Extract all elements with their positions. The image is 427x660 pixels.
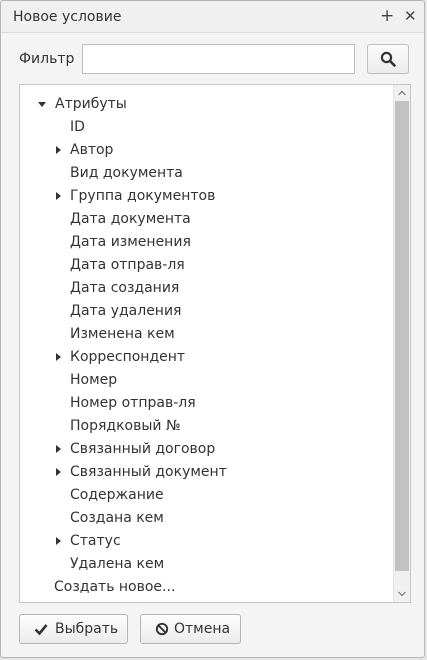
tree-item-label: Номер отправ-ля [70, 395, 196, 411]
close-icon[interactable]: ✕ [404, 7, 417, 25]
caret-right-icon[interactable] [54, 346, 64, 369]
tree-root-label: Атрибуты [55, 96, 127, 112]
scroll-thumb[interactable] [395, 101, 409, 571]
new-condition-dialog: Новое условие + ✕ Фильтр Атрибуты ID Авто… [0, 0, 425, 658]
tree-item-label: Порядковый № [70, 418, 181, 434]
vertical-scrollbar[interactable] [393, 85, 410, 602]
select-button[interactable]: Выбрать [19, 614, 128, 644]
caret-down-icon[interactable] [38, 93, 48, 116]
caret-right-icon[interactable] [54, 530, 64, 553]
tree-item-label: Корреспондент [70, 349, 186, 365]
caret-right-icon[interactable] [54, 438, 64, 461]
tree-item-label: Связанный договор [70, 441, 216, 457]
tree-item-label: Содержание [70, 487, 164, 503]
attribute-tree: Атрибуты ID Автор Вид документа Группа доку… [19, 84, 411, 603]
scroll-up-button[interactable] [394, 85, 410, 101]
attribute-tree-list: Атрибуты ID Автор Вид документа Группа доку… [20, 85, 393, 602]
filter-label: Фильтр [19, 51, 75, 67]
chevron-up-icon [398, 90, 406, 96]
check-icon [34, 615, 48, 653]
tree-item-label: Автор [70, 142, 114, 158]
cancel-button-label: Отмена [174, 621, 231, 637]
dialog-titlebar[interactable]: Новое условие + ✕ [1, 1, 424, 33]
chevron-down-icon [398, 591, 406, 597]
cancel-button[interactable]: Отмена [140, 614, 241, 644]
tree-item-label: Статус [70, 533, 121, 549]
plus-icon[interactable]: + [380, 7, 394, 25]
caret-right-icon[interactable] [54, 139, 64, 162]
tree-item-label: Дата удаления [70, 303, 182, 319]
scroll-down-button[interactable] [394, 586, 410, 602]
tree-item-label: Дата создания [70, 280, 180, 296]
search-icon [380, 51, 396, 67]
tree-item-label: ID [70, 119, 85, 135]
search-button[interactable] [367, 44, 409, 74]
dialog-title: Новое условие [13, 9, 122, 25]
ban-icon [155, 615, 169, 653]
tree-item-label: Номер [70, 372, 118, 388]
tree-item-label: Дата изменения [70, 234, 191, 250]
tree-item-label: Дата отправ-ля [70, 257, 185, 273]
create-new-link[interactable]: Создать новое... [54, 576, 175, 599]
filter-input[interactable] [82, 44, 355, 74]
caret-right-icon[interactable] [54, 461, 64, 484]
tree-item-label: Удалена кем [70, 556, 165, 572]
tree-item-label: Изменена кем [70, 326, 175, 342]
tree-item-label: Дата документа [70, 211, 191, 227]
select-button-label: Выбрать [55, 621, 119, 637]
tree-item-label: Связанный документ [70, 464, 227, 480]
tree-item-label: Создана кем [70, 510, 164, 526]
tree-item-label: Вид документа [70, 165, 183, 181]
caret-right-icon[interactable] [54, 185, 64, 208]
tree-item-label: Группа документов [70, 188, 216, 204]
